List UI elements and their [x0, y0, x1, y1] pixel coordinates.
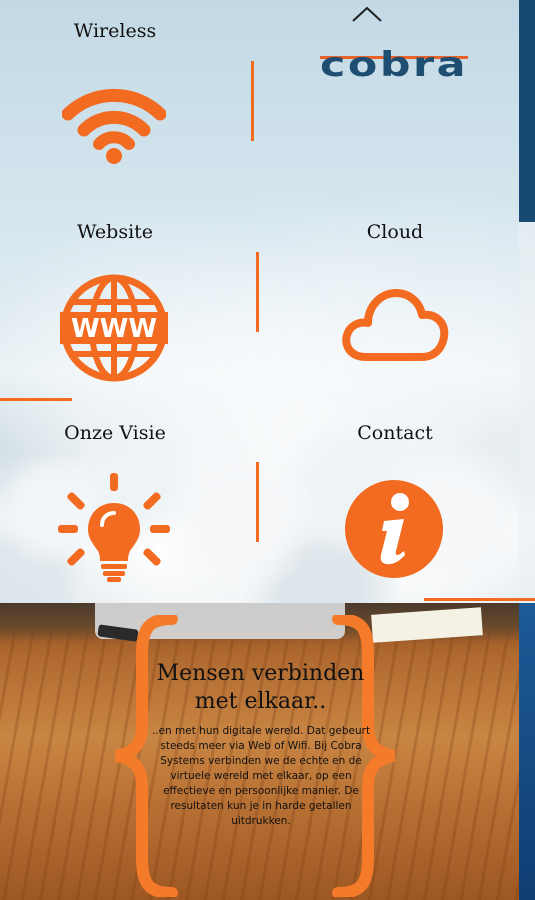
svg-text:cobra: cobra: [320, 45, 468, 82]
wifi-icon[interactable]: [62, 82, 166, 166]
divider-line: [424, 598, 535, 601]
tile-title-website[interactable]: Website: [15, 221, 215, 243]
side-strip: [519, 603, 535, 900]
quote-title: Mensen verbinden met elkaar..: [156, 661, 365, 714]
tile-title-vision[interactable]: Onze Visie: [15, 422, 215, 444]
scrollbar-track[interactable]: [519, 222, 535, 603]
cobra-logo[interactable]: cobra: [320, 42, 470, 82]
tile-title-cloud[interactable]: Cloud: [295, 221, 495, 243]
info-icon[interactable]: [344, 479, 444, 579]
divider-line: [256, 252, 259, 332]
divider-line: [0, 398, 72, 401]
divider-line: [256, 462, 259, 542]
svg-text:WWW: WWW: [71, 314, 157, 344]
www-globe-icon[interactable]: WWW: [60, 274, 168, 382]
tile-title-wireless[interactable]: Wireless: [15, 20, 215, 42]
lightbulb-icon[interactable]: [58, 473, 170, 583]
divider-line: [251, 61, 254, 141]
scrollbar-thumb[interactable]: [519, 0, 535, 222]
tile-title-contact[interactable]: Contact: [295, 422, 495, 444]
chevron-up-icon[interactable]: [352, 6, 382, 22]
quote-body: ..en met hun digitale wereld. Dat gebeur…: [151, 725, 371, 827]
tiles-section: cobra Wireless Website WWW Cloud Onze Vi…: [0, 0, 535, 603]
cloud-icon[interactable]: [340, 285, 450, 367]
